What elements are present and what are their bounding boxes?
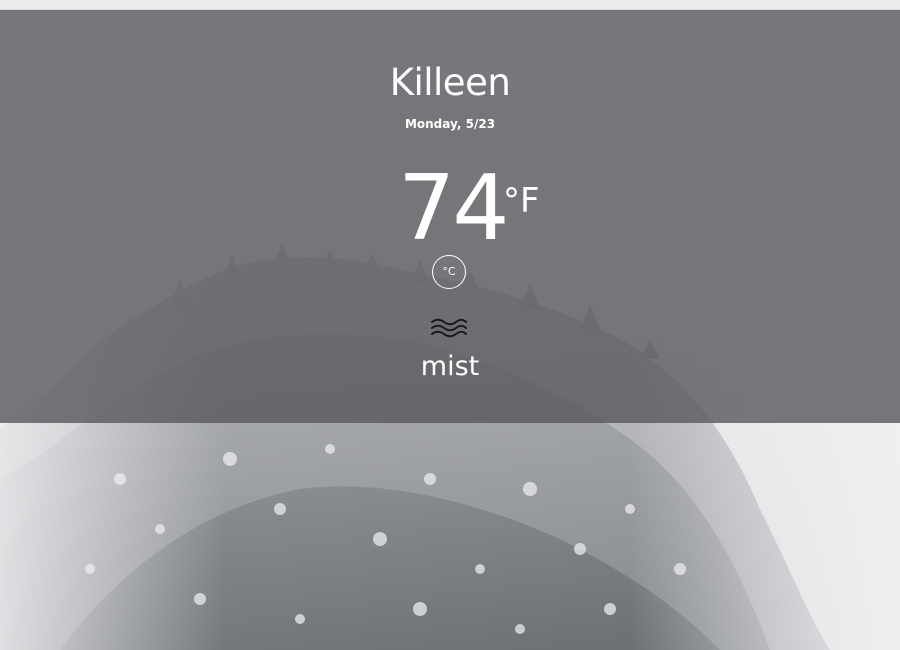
- temperature-display: 74 °F: [0, 159, 900, 259]
- city-name: Killeen: [389, 61, 511, 104]
- temperature-unit: °F: [503, 181, 540, 221]
- weather-card: Killeen Monday, 5/23 74 °F °C mist: [0, 9, 900, 423]
- weather-app: Killeen Monday, 5/23 74 °F °C mist: [0, 0, 900, 650]
- date-label: Monday, 5/23: [404, 117, 496, 131]
- browser-top-strip: [0, 0, 900, 10]
- temperature-value: 74: [398, 156, 510, 261]
- celsius-toggle-button[interactable]: °C: [432, 255, 466, 289]
- condition-label: mist: [420, 351, 480, 382]
- mist-icon: [430, 318, 468, 338]
